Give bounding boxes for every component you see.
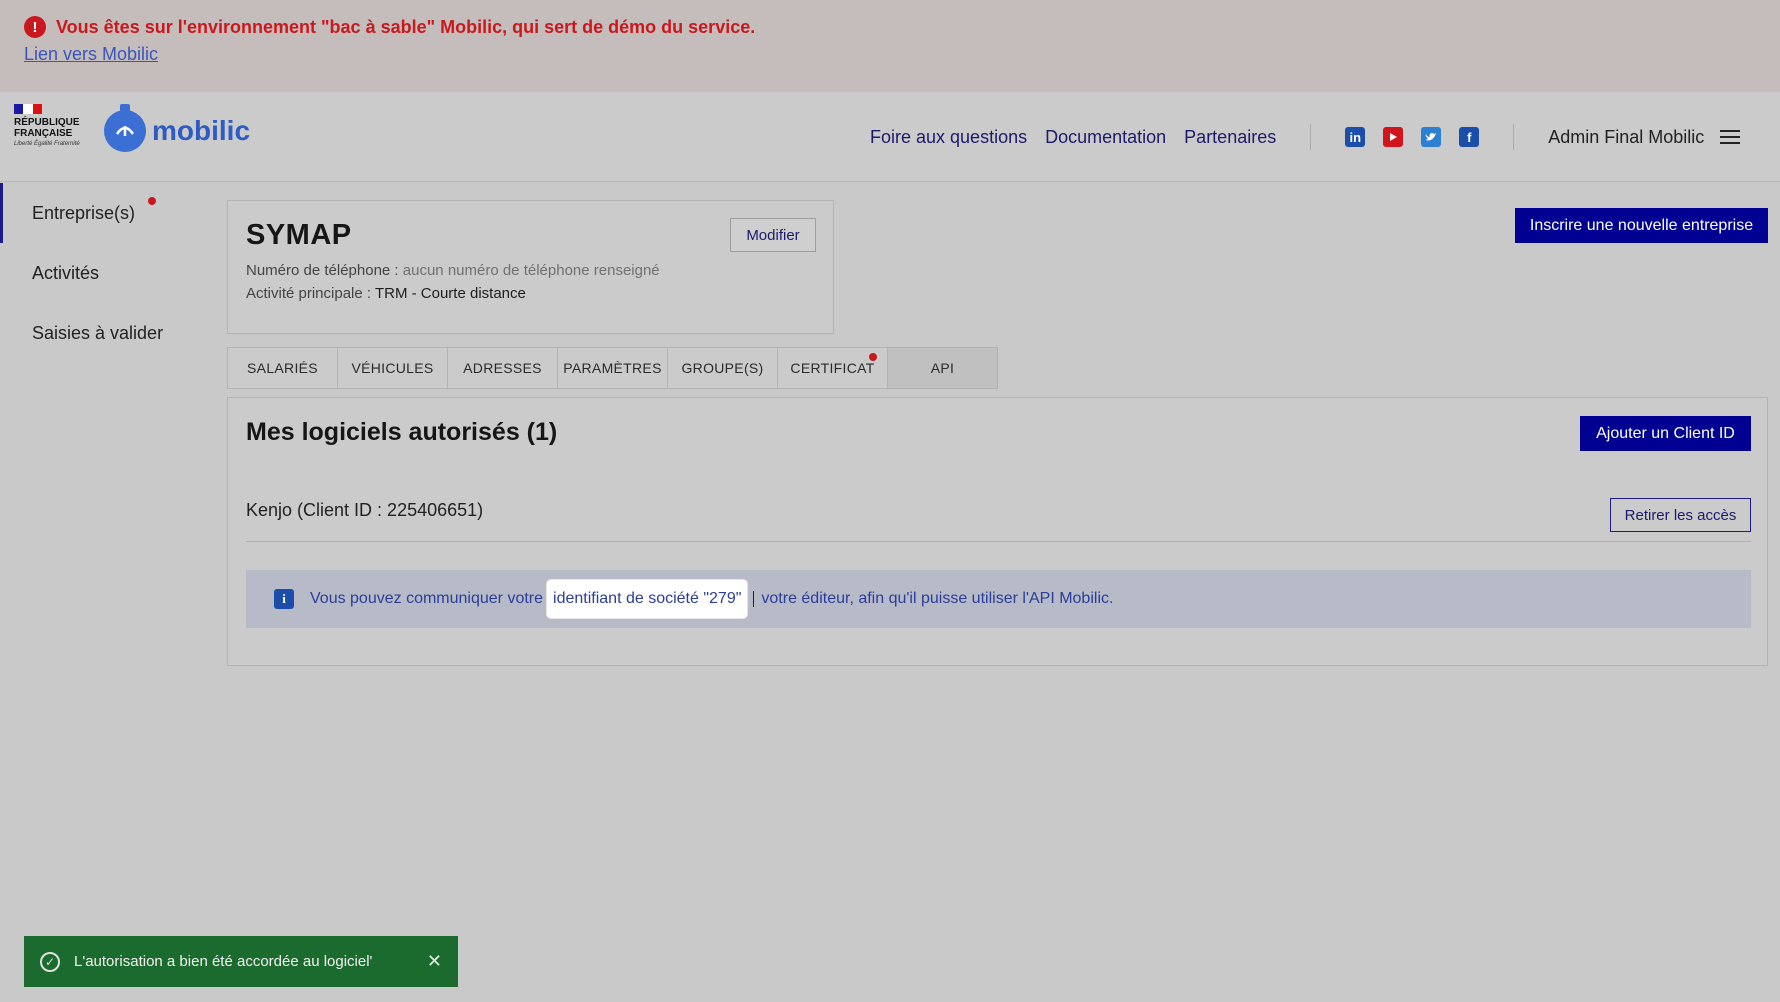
tab-salaries[interactable]: SALARIÉS — [227, 347, 338, 389]
company-phone: Numéro de téléphone : aucun numéro de té… — [246, 262, 815, 279]
panel-title: Mes logiciels autorisés (1) — [246, 418, 558, 446]
company-card: SYMAP Modifier Numéro de téléphone : auc… — [227, 200, 834, 334]
info-text: Vous pouvez communiquer votre identifian… — [310, 580, 1113, 618]
activity-label: Activité principale : — [246, 285, 372, 302]
sidebar-item-label: Entreprise(s) — [32, 202, 136, 223]
alert-icon: ! — [24, 16, 46, 38]
tab-label: SALARIÉS — [247, 360, 318, 376]
top-navigation: Foire aux questions Documentation Parten… — [870, 92, 1741, 182]
company-activity: Activité principale : TRM - Courte dista… — [246, 285, 815, 302]
company-tabs: SALARIÉS VÉHICULES ADRESSES PARAMÈTRES G… — [227, 347, 998, 389]
client-row: Kenjo (Client ID : 225406651) Retirer le… — [246, 498, 1751, 542]
sandbox-banner: ! Vous êtes sur l'environnement "bac à s… — [0, 0, 1780, 92]
tab-groupes[interactable]: GROUPE(S) — [667, 347, 778, 389]
add-client-id-button[interactable]: Ajouter un Client ID — [1580, 416, 1751, 451]
nav-partenaires[interactable]: Partenaires — [1184, 127, 1276, 148]
company-identifier-highlight[interactable]: identifiant de société "279" — [547, 580, 748, 618]
sidebar-item-label: Saisies à valider — [32, 322, 164, 343]
client-name: Kenjo (Client ID : 225406651) — [246, 500, 484, 520]
youtube-icon[interactable] — [1383, 127, 1404, 147]
tab-vehicules[interactable]: VÉHICULES — [337, 347, 448, 389]
user-menu[interactable]: Admin Final Mobilic — [1548, 126, 1741, 148]
brand-name: mobilic — [152, 115, 251, 146]
new-company-button[interactable]: Inscrire une nouvelle entreprise — [1515, 208, 1768, 243]
stopwatch-icon — [104, 104, 146, 152]
tab-label: VÉHICULES — [351, 360, 434, 376]
republique-motto: Liberté Égalité Fraternité — [14, 141, 80, 147]
nav-divider — [1310, 124, 1312, 150]
sidebar-item-saisies[interactable]: Saisies à valider — [0, 303, 220, 363]
phone-value: aucun numéro de téléphone renseigné — [402, 262, 660, 279]
facebook-icon[interactable]: f — [1459, 127, 1480, 147]
sandbox-message: Vous êtes sur l'environnement "bac à sab… — [56, 16, 756, 37]
mobilic-link[interactable]: Lien vers Mobilic — [24, 44, 158, 65]
tab-label: CERTIFICAT — [790, 360, 875, 376]
notification-dot — [148, 197, 156, 205]
notification-dot — [869, 353, 877, 361]
modify-button[interactable]: Modifier — [730, 218, 816, 252]
info-notice: i Vous pouvez communiquer votre identifi… — [246, 570, 1751, 628]
twitter-icon[interactable] — [1421, 127, 1442, 147]
nav-divider — [1513, 124, 1515, 150]
user-name: Admin Final Mobilic — [1548, 126, 1705, 147]
tab-api[interactable]: API — [887, 347, 998, 389]
mobilic-logo[interactable]: mobilic — [104, 104, 251, 152]
tab-label: ADRESSES — [463, 360, 542, 376]
tab-parametres[interactable]: PARAMÈTRES — [557, 347, 668, 389]
tab-label: PARAMÈTRES — [563, 360, 662, 376]
republique-line1: RÉPUBLIQUE — [14, 117, 80, 128]
revoke-access-button[interactable]: Retirer les accès — [1610, 498, 1751, 532]
text-cursor-icon — [753, 591, 759, 607]
hamburger-menu-icon[interactable] — [1720, 130, 1741, 144]
sidebar-item-label: Activités — [32, 262, 100, 283]
nav-faq[interactable]: Foire aux questions — [870, 127, 1027, 148]
phone-label: Numéro de téléphone : — [246, 262, 399, 279]
info-suffix: votre éditeur, afin qu'il puisse utilise… — [761, 590, 1114, 607]
sidebar-item-entreprises[interactable]: Entreprise(s) — [0, 183, 220, 243]
check-circle-icon: ✓ — [40, 951, 60, 972]
french-flag-icon — [14, 104, 42, 114]
tab-certificat[interactable]: CERTIFICAT — [777, 347, 888, 389]
api-panel: Mes logiciels autorisés (1) Ajouter un C… — [227, 397, 1768, 666]
site-header: RÉPUBLIQUE FRANÇAISE Liberté Égalité Fra… — [0, 92, 1780, 182]
tab-label: API — [930, 360, 955, 376]
success-toast: ✓ L'autorisation a bien été accordée au … — [24, 936, 458, 987]
close-icon[interactable]: ✕ — [427, 951, 442, 972]
linkedin-icon[interactable]: in — [1345, 127, 1366, 147]
republique-francaise-logo[interactable]: RÉPUBLIQUE FRANÇAISE Liberté Égalité Fra… — [14, 104, 84, 168]
sidebar: Entreprise(s) Activités Saisies à valide… — [0, 183, 220, 363]
tab-adresses[interactable]: ADRESSES — [447, 347, 558, 389]
republique-line2: FRANÇAISE — [14, 128, 73, 139]
info-prefix: Vous pouvez communiquer votre — [310, 590, 544, 607]
nav-documentation[interactable]: Documentation — [1045, 127, 1166, 148]
info-icon: i — [274, 589, 294, 609]
activity-value: TRM - Courte distance — [374, 285, 526, 302]
tab-label: GROUPE(S) — [681, 360, 764, 376]
sidebar-item-activites[interactable]: Activités — [0, 243, 220, 303]
social-links: in f — [1345, 127, 1480, 147]
toast-message: L'autorisation a bien été accordée au lo… — [74, 953, 373, 970]
